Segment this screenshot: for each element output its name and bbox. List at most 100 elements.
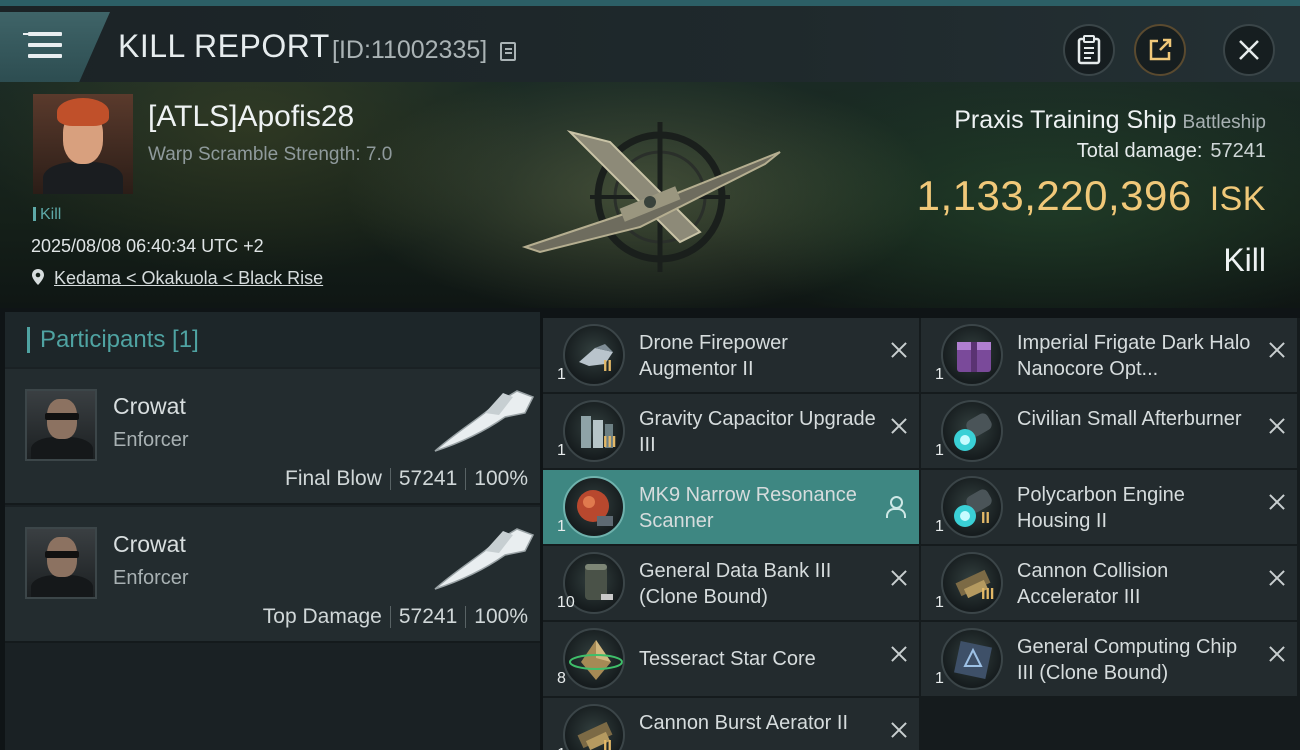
participant-role: Final Blow [285, 467, 382, 490]
participant-ship-icon [434, 390, 535, 452]
drone-augmentor-icon [563, 324, 625, 386]
participant-percent: 100% [474, 605, 528, 628]
item-quantity: 1 [557, 746, 566, 750]
participant-name[interactable]: Crowat [113, 393, 186, 420]
item-quantity: 10 [557, 594, 575, 611]
total-damage-value: 57241 [1210, 140, 1266, 162]
clipboard-icon [1077, 35, 1101, 65]
dropped-person-icon [885, 496, 906, 518]
item-name: General Data Bank III (Clone Bound) [639, 560, 832, 608]
isk-unit: ISK [1209, 180, 1266, 218]
destroyed-icon [889, 568, 909, 588]
item-level: III [981, 586, 995, 603]
item-name: Cannon Collision Accelerator III [1017, 560, 1169, 608]
menu-button[interactable] [0, 12, 110, 82]
item-name: General Computing Chip III (Clone Bound) [1017, 636, 1238, 684]
item-quantity: 8 [557, 670, 566, 687]
victim-ship-name[interactable]: Praxis Training Ship Battleship [954, 106, 1266, 135]
page-title: KILL REPORT [118, 28, 330, 64]
item-row[interactable]: 1 III Cannon Collision Accelerator III [921, 546, 1297, 620]
item-level: II [981, 510, 990, 527]
item-name: Polycarbon Engine Housing II [1017, 484, 1185, 532]
destroyed-icon [889, 340, 909, 360]
item-name: Gravity Capacitor Upgrade III [639, 408, 876, 456]
item-row[interactable]: 1 General Computing Chip III (Clone Boun… [921, 622, 1297, 696]
afterburner-icon [941, 400, 1003, 462]
victim-pilot-name[interactable]: [ATLS]Apofis28 [148, 100, 354, 134]
item-row[interactable]: 1 II Cannon Burst Aerator II [543, 698, 919, 750]
participant-card[interactable]: Crowat Enforcer Top Damage 57241 100% [5, 507, 540, 643]
item-quantity: 1 [935, 366, 944, 383]
item-row[interactable]: 10 General Data Bank III (Clone Bound) [543, 546, 919, 620]
participant-avatar[interactable] [25, 389, 97, 461]
item-quantity: 1 [935, 594, 944, 611]
capacitor-upgrade-icon [563, 400, 625, 462]
item-row[interactable]: 8 Tesseract Star Core [543, 622, 919, 696]
top-bar: KILL REPORT [ID:11002335] [0, 0, 1300, 82]
item-row[interactable]: 1 Civilian Small Afterburner [921, 394, 1297, 468]
participant-card[interactable]: Crowat Enforcer Final Blow 57241 100% [5, 369, 540, 505]
participant-ship: Enforcer [113, 429, 189, 451]
item-row[interactable]: 1 Imperial Frigate Dark Halo Nanocore Op… [921, 318, 1297, 392]
item-level: II [603, 358, 612, 375]
cannon-aerator-icon [563, 704, 625, 750]
participant-stats: Final Blow 57241 100% [285, 467, 528, 491]
destroyed-icon [889, 416, 909, 436]
copy-icon[interactable] [500, 42, 516, 61]
participants-header: Participants [1] [5, 312, 540, 367]
destroyed-icon [889, 644, 909, 664]
destroyed-icon [1267, 568, 1287, 588]
share-icon [1149, 38, 1172, 61]
warp-scramble-strength: Warp Scramble Strength: 7.0 [148, 144, 393, 165]
item-row[interactable]: 1 II Polycarbon Engine Housing II [921, 470, 1297, 544]
participant-percent: 100% [474, 467, 528, 490]
isk-value: 1,133,220,396 ISK [916, 172, 1266, 219]
destroyed-icon [1267, 492, 1287, 512]
participant-stats: Top Damage 57241 100% [263, 605, 528, 629]
item-row-selected[interactable]: 1 MK9 Narrow Resonance Scanner [543, 470, 919, 544]
report-id: [ID:11002335] [332, 36, 488, 64]
item-name: Civilian Small Afterburner [1017, 408, 1242, 430]
items-panel[interactable]: 1 II Drone Firepower Augmentor II 1 III … [543, 318, 1300, 750]
victim-ship-class: Battleship [1182, 112, 1266, 133]
item-name: Tesseract Star Core [639, 648, 816, 670]
destroyed-icon [889, 720, 909, 740]
clipboard-button[interactable] [1063, 24, 1115, 76]
star-core-icon [563, 628, 625, 690]
share-button[interactable] [1134, 24, 1186, 76]
item-name: Imperial Frigate Dark Halo Nanocore Opt.… [1017, 332, 1251, 380]
destroyed-icon [1267, 644, 1287, 664]
item-quantity: 1 [557, 366, 566, 383]
item-name: Cannon Burst Aerator II [639, 712, 849, 734]
item-quantity: 1 [935, 442, 944, 459]
nanocore-crate-icon [941, 324, 1003, 386]
item-quantity: 1 [557, 442, 566, 459]
participant-role: Top Damage [262, 605, 382, 628]
engine-housing-icon [941, 476, 1003, 538]
result-label: Kill [1223, 242, 1266, 278]
location-pin-icon [32, 269, 44, 285]
resonance-scanner-icon [563, 476, 625, 538]
close-button[interactable] [1223, 24, 1275, 76]
destroyed-icon [1267, 416, 1287, 436]
item-quantity: 1 [935, 518, 944, 535]
kill-tag: Kill [33, 206, 61, 224]
item-quantity: 1 [935, 670, 944, 687]
victim-portrait[interactable] [33, 94, 133, 194]
participant-ship: Enforcer [113, 567, 189, 589]
participant-avatar[interactable] [25, 527, 97, 599]
item-row[interactable]: 1 III Gravity Capacitor Upgrade III [543, 394, 919, 468]
item-name: MK9 Narrow Resonance Scanner [639, 484, 857, 532]
item-row[interactable]: 1 II Drone Firepower Augmentor II [543, 318, 919, 392]
computing-chip-icon [941, 628, 1003, 690]
cannon-accelerator-icon [941, 552, 1003, 614]
item-quantity: 1 [557, 518, 566, 535]
participant-name[interactable]: Crowat [113, 531, 186, 558]
participant-damage: 57241 [398, 467, 458, 490]
close-icon [1239, 40, 1259, 60]
victim-banner: [ATLS]Apofis28 Warp Scramble Strength: 7… [0, 82, 1300, 308]
participants-title: Participants [1] [40, 325, 199, 353]
location-link[interactable]: Kedama < Okakuola < Black Rise [54, 268, 323, 289]
kill-datetime: 2025/08/08 06:40:34 UTC +2 [31, 236, 264, 256]
victim-ship-image [521, 122, 781, 272]
